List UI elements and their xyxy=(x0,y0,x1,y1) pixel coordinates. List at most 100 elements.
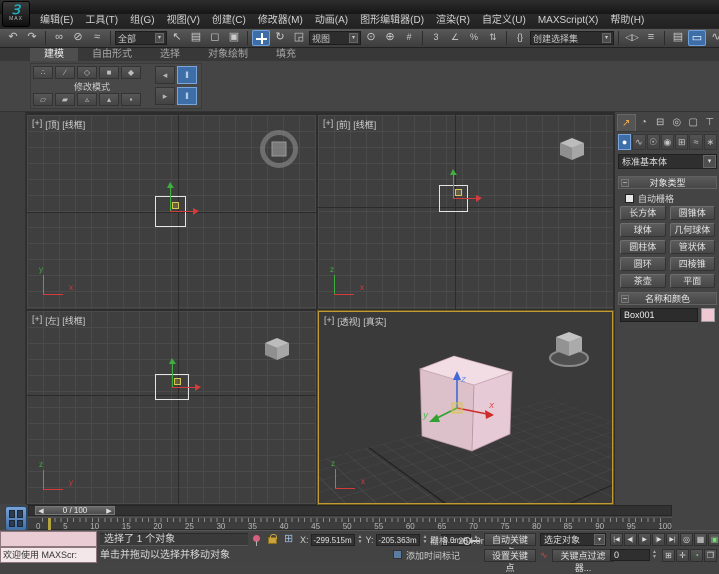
viewport-menu-name[interactable]: [左] xyxy=(45,314,59,327)
viewport-menu-plus[interactable]: [+] xyxy=(32,314,42,327)
object-color-swatch[interactable] xyxy=(701,308,715,322)
key-filters-button[interactable]: 关键点过滤器... xyxy=(552,549,614,562)
pan-icon[interactable]: ✛ xyxy=(676,549,689,562)
manage-layers-icon[interactable]: ▤ xyxy=(669,30,687,46)
viewcube-top-face[interactable] xyxy=(272,142,287,157)
geometry-icon[interactable]: ● xyxy=(618,134,631,150)
current-frame-field[interactable]: 0 xyxy=(610,549,650,561)
orbit-icon[interactable]: ◔ xyxy=(690,549,703,562)
add-time-tag-button[interactable]: 添加时间标记 xyxy=(406,549,460,562)
tab-display[interactable]: ▢ xyxy=(685,114,702,131)
viewport-top[interactable]: [+] [顶] [线框] y x xyxy=(27,115,316,309)
auto-key-button[interactable]: 自动关键点 xyxy=(484,533,536,546)
selection-lock-icon[interactable] xyxy=(268,537,277,544)
reference-coordinate-system-dropdown[interactable]: 视图 ▾ xyxy=(309,31,361,45)
tab-utilities[interactable]: ⊤ xyxy=(702,114,719,131)
ribbon-tab[interactable]: 建模 xyxy=(30,48,78,61)
play-icon[interactable]: ▶ xyxy=(638,533,651,546)
shapes-icon[interactable]: ∿ xyxy=(632,134,645,150)
y-spinner[interactable]: ▲▼ xyxy=(422,535,429,545)
lights-icon[interactable]: ☉ xyxy=(647,134,660,150)
gizmo-x-axis[interactable] xyxy=(170,211,194,212)
tab-motion[interactable]: ◎ xyxy=(669,114,686,131)
distance-connect-icon[interactable]: ▴ xyxy=(99,93,119,106)
viewcube[interactable] xyxy=(559,137,585,161)
tweak-icon[interactable]: ▰ xyxy=(55,93,75,106)
primitive-button[interactable]: 圆环 xyxy=(620,257,666,271)
unlink-selection-icon[interactable]: ⊘ xyxy=(69,30,87,46)
select-and-manipulate-icon[interactable]: ⊕ xyxy=(381,30,399,46)
gizmo-y-axis[interactable] xyxy=(172,387,196,388)
keyboard-shortcut-override-icon[interactable]: # xyxy=(400,30,418,46)
primitive-button[interactable]: 圆锥体 xyxy=(670,206,716,220)
autogrid-checkbox[interactable] xyxy=(625,194,634,203)
vertex-mode-icon[interactable]: ∴ xyxy=(33,66,53,79)
viewport-menu-plus[interactable]: [+] xyxy=(32,118,42,131)
go-to-start-icon[interactable]: |◀ xyxy=(610,533,623,546)
use-soft-selection-icon[interactable]: ◂ xyxy=(155,66,175,84)
collapse-icon[interactable]: ▵ xyxy=(77,93,97,106)
menu-item[interactable]: 编辑(E) xyxy=(34,14,79,28)
next-modifier-icon[interactable]: ‖ xyxy=(177,66,197,84)
collapse-icon[interactable]: − xyxy=(621,179,629,187)
percent-snap-icon[interactable]: % xyxy=(465,30,483,46)
graphite-ribbon-toggle-icon[interactable]: ▭ xyxy=(688,30,706,46)
generate-topology-icon[interactable]: ▪ xyxy=(121,93,141,106)
viewport-menu-shading[interactable]: [线框] xyxy=(353,118,376,131)
viewcube[interactable] xyxy=(264,337,290,361)
primitive-category-dropdown[interactable]: 标准基本体 ▾ xyxy=(618,154,717,169)
selection-filter-dropdown[interactable]: 全部 ▾ xyxy=(115,31,167,45)
edit-named-selection-sets-icon[interactable]: {} xyxy=(511,30,529,46)
previous-frame-arrow[interactable]: ◀ xyxy=(36,507,46,515)
absolute-mode-transform-icon[interactable]: ⊞ xyxy=(284,532,293,545)
gizmo-x-axis[interactable] xyxy=(453,198,477,199)
curve-editor-icon[interactable]: ∿ xyxy=(707,30,719,46)
primitive-button[interactable]: 几何球体 xyxy=(670,223,716,237)
use-pivot-point-center-icon[interactable]: ⊙ xyxy=(362,30,380,46)
menu-item[interactable]: MAXScript(X) xyxy=(532,14,605,28)
space-warps-icon[interactable]: ≈ xyxy=(689,134,702,150)
bind-to-space-warp-icon[interactable]: ≈ xyxy=(88,30,106,46)
spinner-snap-icon[interactable]: ⇅ xyxy=(484,30,502,46)
primitive-button[interactable]: 球体 xyxy=(620,223,666,237)
menu-item[interactable]: 帮助(H) xyxy=(604,14,650,28)
border-mode-icon[interactable]: ◇ xyxy=(77,66,97,79)
gizmo-z-axis[interactable] xyxy=(172,363,173,387)
menu-item[interactable]: 动画(A) xyxy=(309,14,354,28)
primitive-button[interactable]: 长方体 xyxy=(620,206,666,220)
go-to-end-icon[interactable]: ▶| xyxy=(666,533,679,546)
next-frame-icon[interactable]: |▶ xyxy=(652,533,665,546)
primitive-button[interactable]: 圆柱体 xyxy=(620,240,666,254)
object-type-rollout-header[interactable]: − 对象类型 xyxy=(618,176,717,189)
menu-item[interactable]: 图形编辑器(D) xyxy=(354,14,430,28)
previous-frame-icon[interactable]: ◀| xyxy=(624,533,637,546)
viewport-menu-plus[interactable]: [+] xyxy=(323,118,333,131)
time-slider-track[interactable]: ◀ 0 / 100 ▶ xyxy=(28,505,672,516)
primitive-button[interactable]: 平面 xyxy=(670,274,716,288)
key-mode-dropdown[interactable]: 选定对象 ▾ xyxy=(540,533,606,546)
object-name-field[interactable]: Box001 xyxy=(620,308,698,322)
viewport-menu-shading[interactable]: [线框] xyxy=(62,118,85,131)
mirror-icon[interactable]: ◁▷ xyxy=(623,30,641,46)
rectangular-selection-region-icon[interactable]: ◻ xyxy=(206,30,224,46)
named-selection-sets-dropdown[interactable]: 创建选择集 ▾ xyxy=(530,31,614,45)
viewport-layout-button[interactable] xyxy=(5,506,27,531)
tab-hierarchy[interactable]: ⊟ xyxy=(652,114,669,131)
gizmo-plane-handle[interactable] xyxy=(172,202,179,209)
menu-item[interactable]: 创建(C) xyxy=(206,14,252,28)
collapse-icon[interactable]: − xyxy=(621,295,629,303)
gizmo-plane-handle[interactable] xyxy=(174,378,181,385)
time-slider-handle[interactable]: ◀ 0 / 100 ▶ xyxy=(35,506,115,515)
x-coordinate-field[interactable]: -299.515m xyxy=(311,534,355,546)
redo-icon[interactable]: ↷ xyxy=(23,30,41,46)
ribbon-tab[interactable]: 自由形式 xyxy=(78,48,146,61)
menu-item[interactable]: 渲染(R) xyxy=(430,14,476,28)
previous-modifier-icon[interactable]: ▸ xyxy=(155,87,175,105)
primitive-button[interactable]: 管状体 xyxy=(670,240,716,254)
isolate-selection-icon[interactable] xyxy=(253,535,260,542)
y-coordinate-field[interactable]: -205.363m xyxy=(376,534,420,546)
next-frame-arrow[interactable]: ▶ xyxy=(104,507,114,515)
viewport-menu-name[interactable]: [顶] xyxy=(45,118,59,131)
snaps-toggle-icon[interactable]: 3 xyxy=(427,30,445,46)
tab-create[interactable]: ↗ xyxy=(617,114,636,131)
